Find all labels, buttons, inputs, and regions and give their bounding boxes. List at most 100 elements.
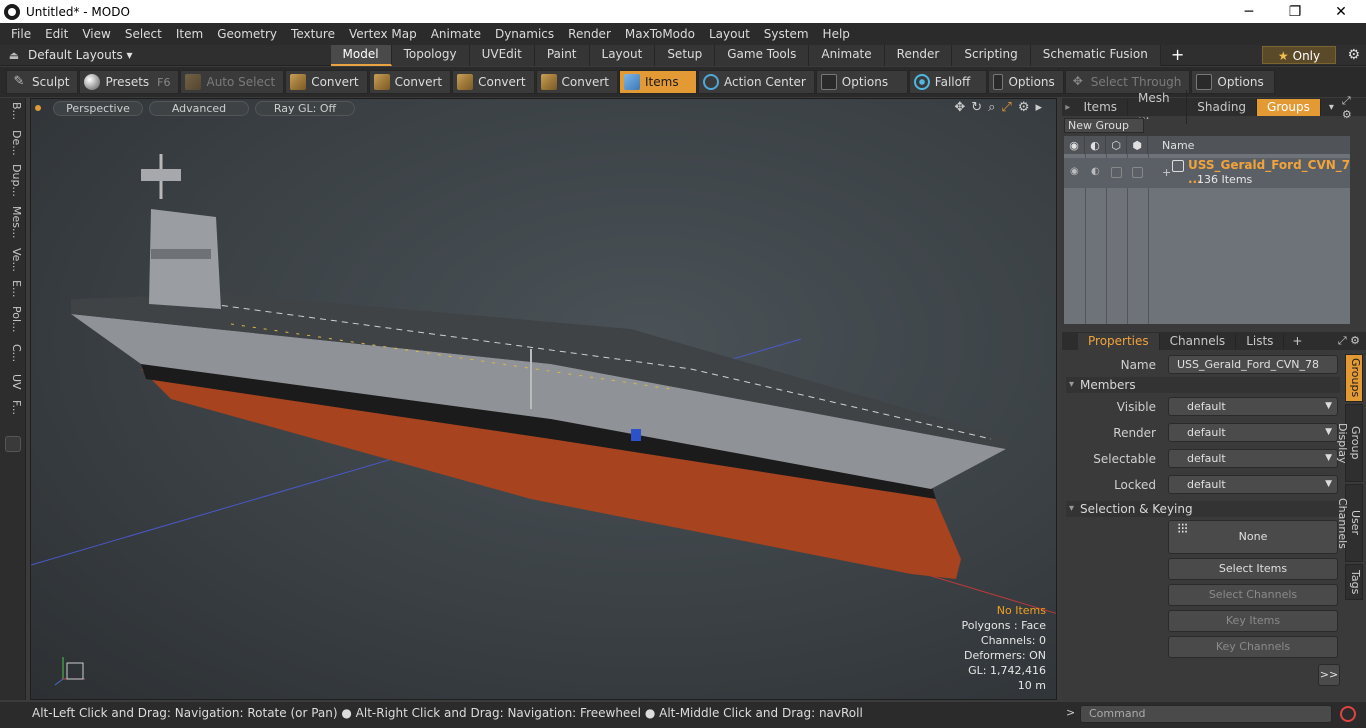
visible-dropdown[interactable]: default ▼ [1168, 397, 1338, 416]
add-tab-icon[interactable]: + [1161, 45, 1194, 66]
tab-game-tools[interactable]: Game Tools [715, 44, 810, 66]
raygl-dropdown[interactable]: Ray GL: Off [255, 100, 355, 116]
menu-item[interactable]: Item [169, 23, 210, 45]
items-mode-button[interactable]: Items [619, 70, 697, 94]
tab-channels[interactable]: Channels [1160, 332, 1237, 350]
menu-layout[interactable]: Layout [702, 23, 757, 45]
eye-icon[interactable]: ◉ [1064, 136, 1085, 154]
presets-button[interactable]: Presets F6 [79, 70, 180, 94]
new-group-button[interactable]: New Group [1064, 118, 1144, 133]
menu-system[interactable]: System [757, 23, 816, 45]
zoom-icon[interactable]: ⌕ [988, 100, 995, 115]
key-items-button[interactable]: Key Items [1168, 610, 1338, 632]
row-select-checkbox[interactable] [1132, 167, 1143, 178]
menu-maxtomodo[interactable]: MaxToModo [618, 23, 702, 45]
left-tab-deform[interactable]: De... [3, 130, 23, 156]
menu-vertex-map[interactable]: Vertex Map [342, 23, 424, 45]
viewport-expand-icon[interactable]: ▸ [1035, 100, 1042, 115]
viewport-menu-icon[interactable] [35, 105, 41, 111]
tab-schematic-fusion[interactable]: Schematic Fusion [1030, 44, 1161, 66]
panel-expand-icon[interactable]: ⤢ ⚙ [1342, 94, 1360, 121]
fit-icon[interactable]: ⤢ [1001, 100, 1011, 115]
tab-shading[interactable]: Shading [1187, 98, 1258, 116]
row-render-icon[interactable]: ◐ [1091, 166, 1100, 177]
menu-geometry[interactable]: Geometry [210, 23, 284, 45]
lock-icon[interactable]: ⬡ [1106, 136, 1127, 154]
close-icon[interactable]: ✕ [1318, 0, 1364, 23]
falloff-button[interactable]: Falloff [908, 70, 987, 94]
record-icon[interactable] [1340, 706, 1356, 722]
tab-render[interactable]: Render [884, 44, 953, 66]
tab-properties[interactable]: Properties [1078, 332, 1160, 350]
menu-animate[interactable]: Animate [424, 23, 488, 45]
none-button[interactable]: ⁝⁝⁝ None [1168, 520, 1338, 554]
selectable-dropdown[interactable]: default ▼ [1168, 449, 1338, 468]
menu-select[interactable]: Select [118, 23, 169, 45]
menu-file[interactable]: File [4, 23, 38, 45]
falloff-options-button[interactable]: Options [987, 70, 1064, 94]
tab-uvedit[interactable]: UVEdit [469, 44, 535, 66]
sculpt-button[interactable]: ✎ Sculpt [6, 70, 79, 94]
tab-layout[interactable]: Layout [589, 44, 656, 66]
side-tab-group-display[interactable]: Group Display [1336, 404, 1363, 482]
tab-model[interactable]: Model [330, 44, 392, 66]
minimize-icon[interactable]: ─ [1226, 0, 1272, 23]
pan-icon[interactable]: ✥ [954, 100, 965, 115]
panel-menu-icon[interactable]: ▸ [1062, 102, 1073, 113]
select-through-options-button[interactable]: Options [1191, 70, 1276, 94]
render-dropdown[interactable]: default ▼ [1168, 423, 1338, 442]
more-button[interactable]: >> [1318, 664, 1340, 686]
selection-keying-section[interactable]: Selection & Keying [1066, 501, 1340, 517]
left-tab-curve[interactable]: C... [3, 344, 23, 362]
menu-view[interactable]: View [75, 23, 117, 45]
gear-icon[interactable]: ⚙ [1347, 47, 1360, 63]
maximize-icon[interactable]: ❐ [1272, 0, 1318, 23]
properties-expand-icon[interactable]: ⤢ ⚙ [1338, 334, 1360, 348]
layout-pin-icon[interactable]: ⏏ [0, 49, 28, 62]
convert-button-4[interactable]: Convert [535, 70, 618, 94]
locked-dropdown[interactable]: default ▼ [1168, 475, 1338, 494]
expand-icon[interactable]: + [1162, 166, 1171, 179]
key-channels-button[interactable]: Key Channels [1168, 636, 1338, 658]
3d-viewport[interactable]: Perspective Advanced Ray GL: Off ✥ ↻ ⌕ ⤢… [30, 98, 1057, 700]
left-tab-vertex[interactable]: Ve... [3, 248, 23, 272]
row-lock-checkbox[interactable] [1111, 167, 1122, 178]
left-tab-fusion[interactable]: F... [3, 400, 23, 415]
tab-lists[interactable]: Lists [1236, 332, 1285, 350]
tab-groups[interactable]: Groups [1257, 98, 1321, 116]
left-tab-edge[interactable]: E... [3, 280, 23, 297]
only-button[interactable]: ★ Only [1262, 46, 1336, 64]
action-center-button[interactable]: Action Center [698, 70, 815, 94]
left-tab-duplicate[interactable]: Dup... [3, 164, 23, 197]
tab-animate[interactable]: Animate [809, 44, 885, 66]
select-channels-button[interactable]: Select Channels [1168, 584, 1338, 606]
menu-help[interactable]: Help [816, 23, 857, 45]
convert-button-2[interactable]: Convert [368, 70, 452, 94]
tab-setup[interactable]: Setup [655, 44, 716, 66]
menu-texture[interactable]: Texture [284, 23, 342, 45]
tabs-dropdown-icon[interactable]: ▾ [1321, 102, 1342, 113]
members-section[interactable]: Members [1066, 377, 1340, 393]
menu-dynamics[interactable]: Dynamics [488, 23, 561, 45]
left-tab-basic[interactable]: B... [3, 102, 23, 120]
tab-items[interactable]: Items [1073, 98, 1129, 116]
left-tab-uv[interactable]: UV [3, 374, 23, 390]
select-items-button[interactable]: Select Items [1168, 558, 1338, 580]
action-center-options-button[interactable]: Options [815, 70, 908, 94]
add-tab-icon[interactable]: + [1284, 334, 1310, 348]
side-tab-tags[interactable]: Tags [1345, 564, 1363, 600]
view-type-dropdown[interactable]: Perspective [53, 100, 143, 116]
row-visible-icon[interactable]: ◉ [1070, 166, 1079, 177]
side-tab-groups[interactable]: Groups [1345, 354, 1363, 402]
command-input[interactable]: Command [1080, 705, 1332, 723]
render-icon[interactable]: ◐ [1085, 136, 1106, 154]
default-layouts-dropdown[interactable]: Default Layouts ▾ [28, 48, 133, 62]
rotate-icon[interactable]: ↻ [971, 100, 982, 115]
select-icon[interactable]: ⬢ [1127, 136, 1148, 154]
group-row[interactable]: ◉ ◐ + USS_Gerald_Ford_CVN_7 ... 136 Item… [1064, 158, 1350, 188]
left-tab-polygon[interactable]: Pol... [3, 306, 23, 333]
tab-scripting[interactable]: Scripting [952, 44, 1031, 66]
viewport-gear-icon[interactable]: ⚙ [1018, 100, 1030, 115]
side-tab-user-channels[interactable]: User Channels [1336, 484, 1363, 562]
left-tab-mesh-edit[interactable]: Mes... [3, 206, 23, 238]
